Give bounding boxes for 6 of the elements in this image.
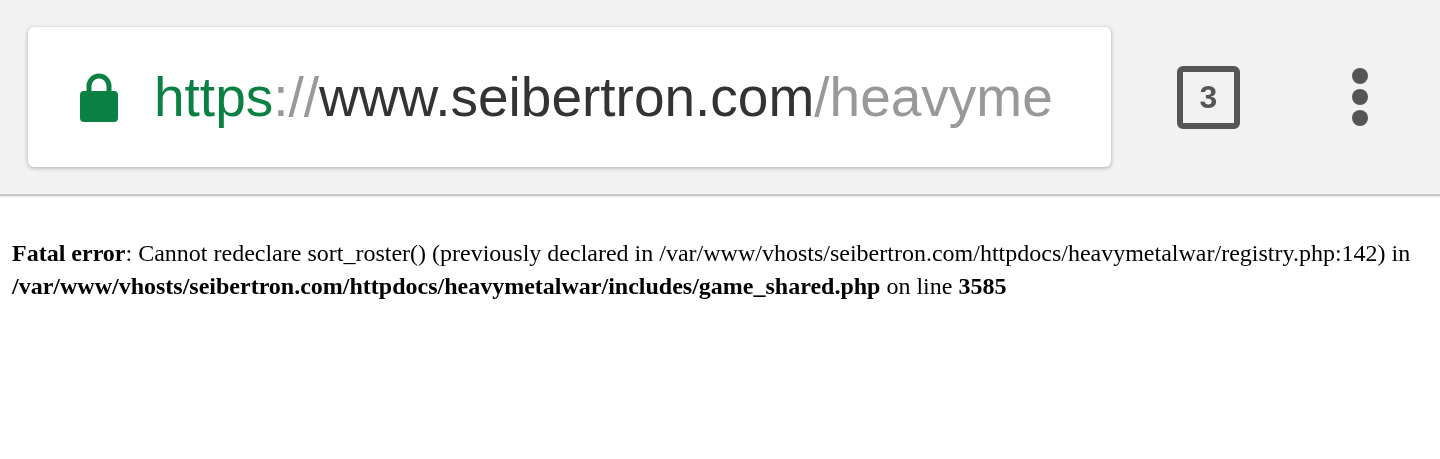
tab-count-button[interactable]: 3 [1177, 65, 1240, 129]
error-message: Fatal error: Cannot redeclare sort_roster() (previously declared in /var/www/vhosts/seibertron.com/httpdocs/heavymetalwar/registry.php:142) in /var/www/vhosts/seibertron.com/httpdocs/heavymetalwar/includes/game_shared.php on line 3585 [12, 239, 1412, 301]
url-text: https://www.seibertron.com/heavyme [154, 65, 1053, 129]
address-bar[interactable]: https://www.seibertron.com/heavyme [28, 27, 1111, 167]
menu-icon[interactable] [1351, 67, 1369, 127]
lock-icon[interactable] [80, 72, 118, 122]
